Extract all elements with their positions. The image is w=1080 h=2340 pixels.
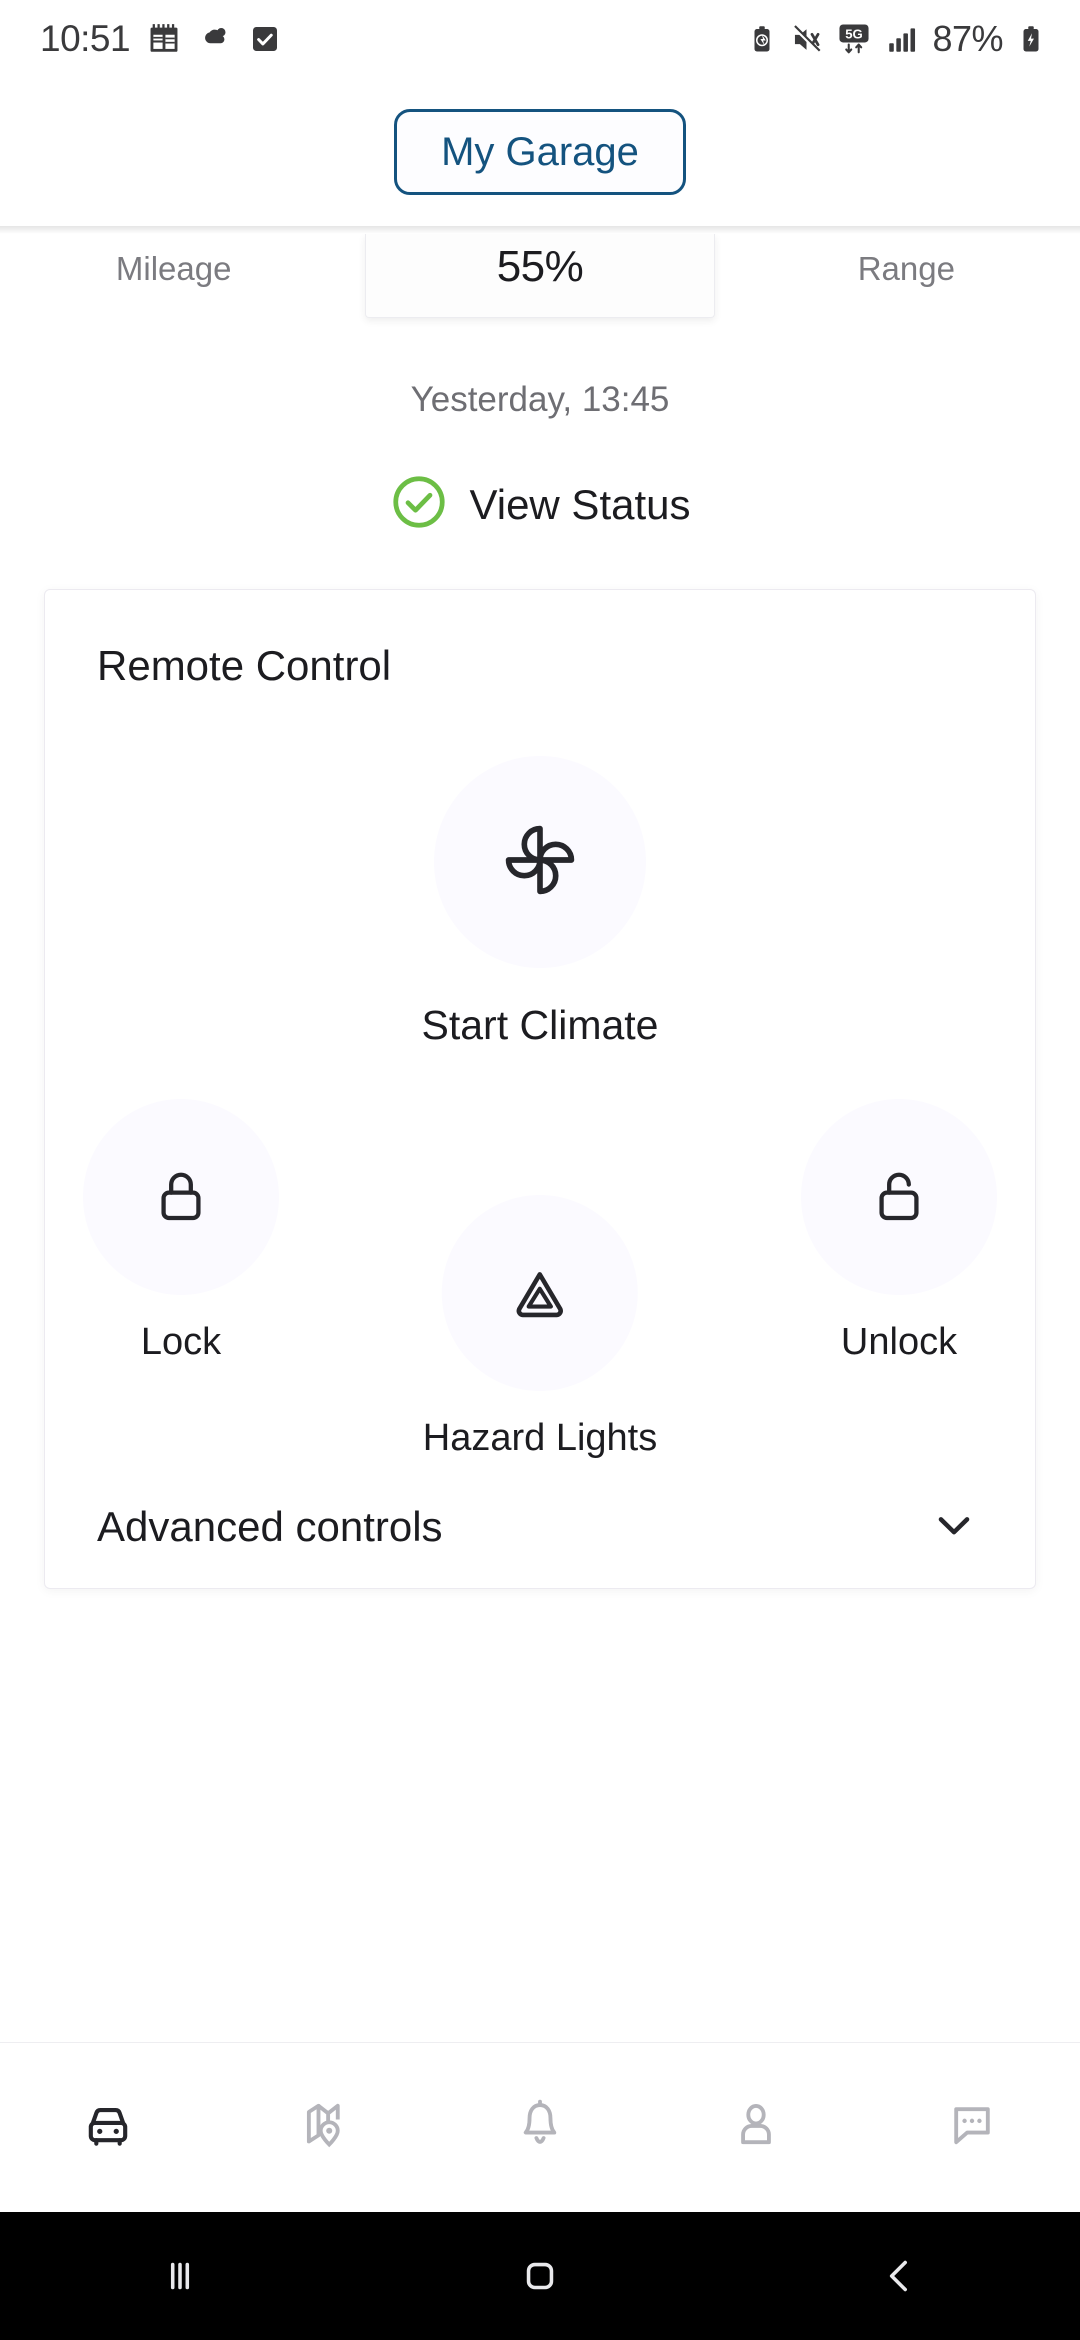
app-bar-divider	[0, 226, 1080, 234]
metric-mileage[interactable]: Mileage	[0, 234, 347, 288]
car-front-icon	[75, 2092, 141, 2163]
chat-bubble-icon	[939, 2092, 1005, 2163]
nav-item-map[interactable]	[216, 2092, 432, 2163]
vehicle-metrics-row: Mileage 55% Range	[0, 234, 1080, 330]
lock-closed-icon	[143, 1157, 219, 1238]
back-icon[interactable]	[720, 2251, 1080, 2301]
advanced-controls-label: Advanced controls	[97, 1503, 443, 1550]
start-climate-button[interactable]: Start Climate	[45, 756, 1035, 1049]
status-bar: 10:51 5G 87%	[0, 0, 1080, 78]
nav-item-notifications[interactable]	[432, 2092, 648, 2163]
metric-battery[interactable]: 55%	[365, 234, 715, 318]
start-climate-label: Start Climate	[421, 1002, 659, 1048]
weather-cloud-icon	[198, 22, 232, 56]
metric-battery-value: 55%	[496, 242, 584, 291]
svg-text:5G: 5G	[846, 26, 864, 41]
signal-bars-icon	[885, 22, 919, 56]
remote-control-title: Remote Control	[97, 642, 392, 689]
battery-percent-label: 87%	[932, 18, 1003, 59]
lock-open-icon	[861, 1157, 937, 1238]
metric-range[interactable]: Range	[733, 234, 1080, 288]
status-bar-clock: 10:51	[40, 18, 131, 59]
bottom-navigation-bar	[0, 2042, 1080, 2212]
start-climate-circle[interactable]	[434, 756, 646, 968]
system-navigation-bar	[0, 2212, 1080, 2340]
status-bar-right: 5G 87%	[747, 18, 1046, 60]
hazard-triangle-icon	[502, 1253, 578, 1334]
unlock-button[interactable]: Unlock	[801, 1099, 997, 1364]
status-bar-left: 10:51	[40, 18, 281, 60]
status-check-circle-icon	[389, 472, 449, 537]
lock-circle[interactable]	[83, 1099, 279, 1295]
nav-item-messages[interactable]	[864, 2092, 1080, 2163]
calendar-icon	[147, 22, 181, 56]
bell-icon	[507, 2092, 573, 2163]
lock-label: Lock	[140, 1321, 222, 1363]
mute-vibrate-icon	[790, 23, 823, 56]
unlock-label: Unlock	[840, 1321, 958, 1363]
chevron-down-icon[interactable]	[927, 1498, 981, 1557]
lock-button[interactable]: Lock	[83, 1099, 279, 1364]
hazard-lights-button[interactable]: Hazard Lights	[423, 1195, 657, 1460]
remote-control-card: Remote Control Start Climate Lock Hazard…	[44, 589, 1036, 1589]
home-icon[interactable]	[360, 2251, 720, 2301]
battery-charging-icon	[1016, 24, 1046, 54]
pinwheel-fan-icon	[488, 808, 592, 917]
nav-item-profile[interactable]	[648, 2092, 864, 2163]
last-updated-timestamp: Yesterday, 13:45	[410, 380, 670, 419]
remote-actions-row: Lock Hazard Lights Unlock	[45, 1099, 1035, 1489]
checkbox-check-icon	[249, 23, 281, 55]
metric-range-label: Range	[857, 250, 955, 287]
view-status-button[interactable]: View Status	[0, 472, 1080, 537]
battery-saver-icon	[747, 24, 777, 54]
nav-item-vehicle[interactable]	[0, 2092, 216, 2163]
5g-network-icon: 5G	[836, 21, 872, 57]
person-icon	[723, 2092, 789, 2163]
my-garage-button[interactable]: My Garage	[394, 109, 686, 195]
recents-icon[interactable]	[0, 2251, 360, 2301]
hazard-lights-circle[interactable]	[442, 1195, 638, 1391]
map-pin-icon	[291, 2092, 357, 2163]
metric-mileage-label: Mileage	[115, 250, 232, 287]
hazard-lights-label: Hazard Lights	[422, 1417, 658, 1459]
app-bar: My Garage	[0, 78, 1080, 226]
unlock-circle[interactable]	[801, 1099, 997, 1295]
main-content: Mileage 55% Range Yesterday, 13:45 View …	[0, 234, 1080, 2014]
advanced-controls-row[interactable]: Advanced controls	[45, 1466, 1035, 1588]
view-status-label: View Status	[469, 480, 691, 528]
